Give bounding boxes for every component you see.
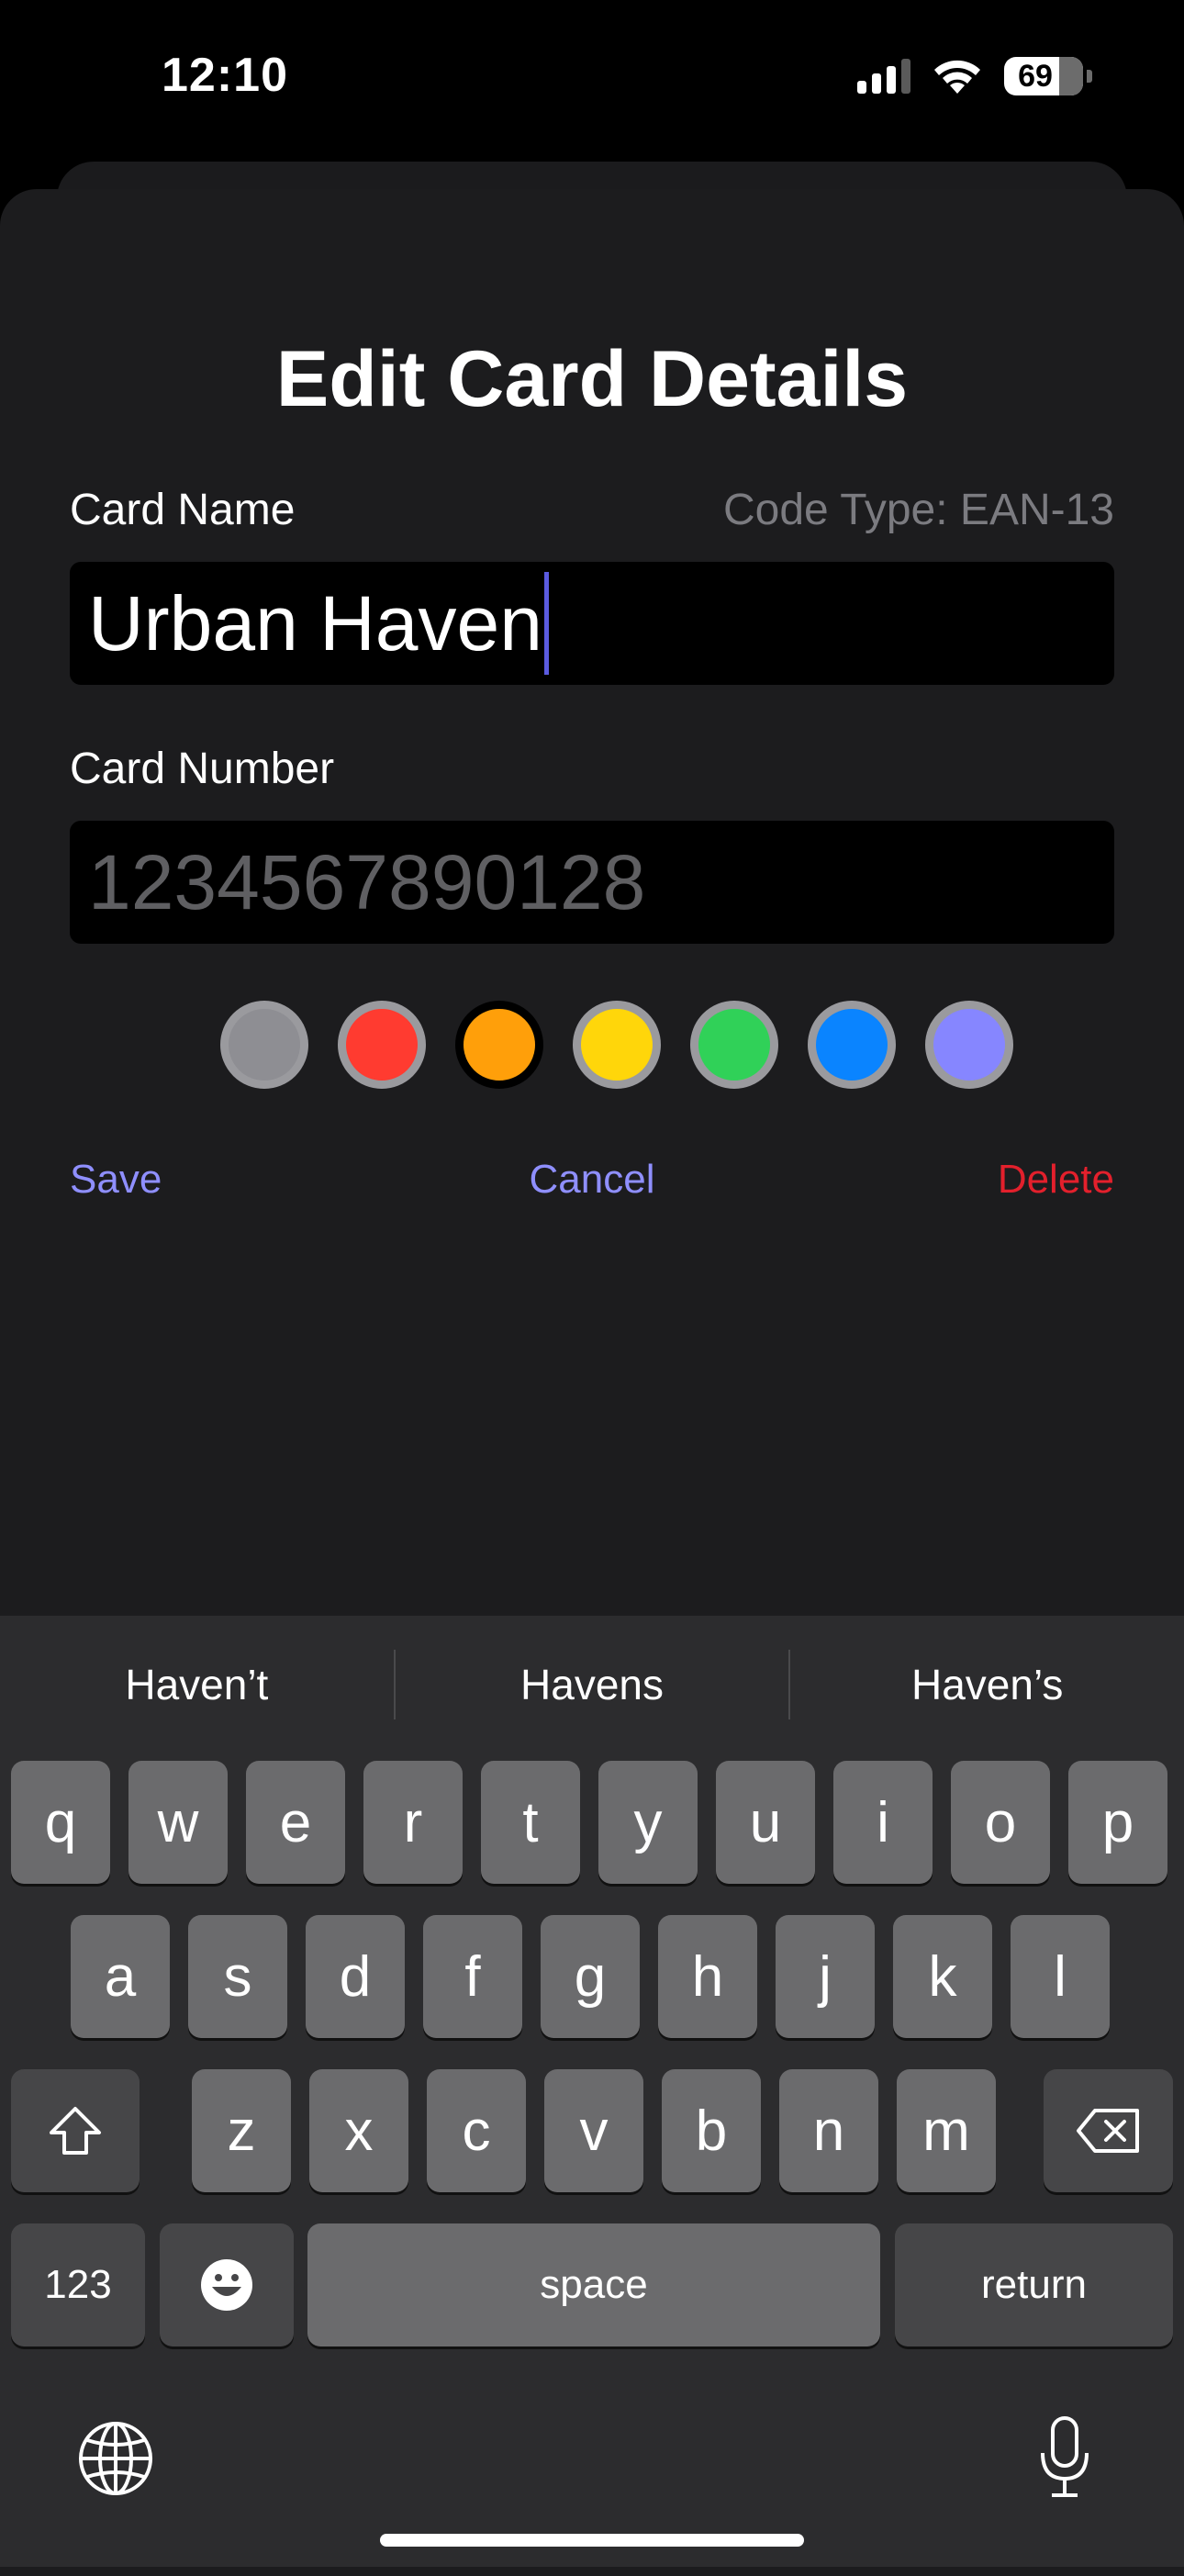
wifi-icon bbox=[934, 60, 980, 94]
key-z[interactable]: z bbox=[192, 2069, 291, 2192]
suggestion-2[interactable]: Havens bbox=[396, 1660, 789, 1709]
color-swatch-5[interactable] bbox=[690, 1001, 778, 1089]
cellular-signal-icon bbox=[857, 59, 910, 94]
key-o[interactable]: o bbox=[951, 1761, 1050, 1884]
key-s[interactable]: s bbox=[188, 1915, 287, 2038]
key-g[interactable]: g bbox=[541, 1915, 640, 2038]
color-swatch-6[interactable] bbox=[808, 1001, 896, 1089]
backspace-icon bbox=[1076, 2109, 1139, 2153]
delete-button[interactable]: Delete bbox=[998, 1157, 1114, 1203]
key-t[interactable]: t bbox=[481, 1761, 580, 1884]
space-key[interactable]: space bbox=[307, 2223, 880, 2346]
status-time: 12:10 bbox=[162, 49, 288, 102]
key-v[interactable]: v bbox=[544, 2069, 643, 2192]
backspace-key[interactable] bbox=[1044, 2069, 1173, 2192]
key-c[interactable]: c bbox=[427, 2069, 526, 2192]
key-h[interactable]: h bbox=[658, 1915, 757, 2038]
card-number-input[interactable]: 1234567890128 bbox=[70, 821, 1114, 944]
card-number-label: Card Number bbox=[70, 745, 335, 793]
key-p[interactable]: p bbox=[1068, 1761, 1167, 1884]
key-l[interactable]: l bbox=[1011, 1915, 1110, 2038]
battery-icon: 69 bbox=[1004, 57, 1092, 95]
card-name-label: Card Name bbox=[70, 486, 296, 534]
key-i[interactable]: i bbox=[833, 1761, 933, 1884]
return-key[interactable]: return bbox=[895, 2223, 1173, 2346]
color-swatch-7[interactable] bbox=[925, 1001, 1013, 1089]
card-name-input[interactable]: Urban Haven bbox=[70, 562, 1114, 685]
shift-icon bbox=[50, 2107, 101, 2155]
key-j[interactable]: j bbox=[776, 1915, 875, 2038]
code-type-label: Code Type: EAN-13 bbox=[722, 486, 1114, 534]
suggestion-3[interactable]: Haven’s bbox=[790, 1660, 1184, 1709]
cancel-button[interactable]: Cancel bbox=[530, 1157, 655, 1202]
key-w[interactable]: w bbox=[128, 1761, 228, 1884]
color-swatch-2[interactable] bbox=[338, 1001, 426, 1089]
key-r[interactable]: r bbox=[363, 1761, 463, 1884]
text-caret bbox=[543, 572, 549, 675]
keyboard: Haven’t Havens Haven’s 123 space return bbox=[0, 1616, 1184, 2567]
suggestion-bar: Haven’t Havens Haven’s bbox=[0, 1616, 1184, 1753]
key-e[interactable]: e bbox=[246, 1761, 345, 1884]
microphone-icon[interactable] bbox=[1037, 2414, 1092, 2501]
key-x[interactable]: x bbox=[309, 2069, 408, 2192]
color-picker bbox=[220, 1001, 1013, 1089]
color-swatch-3[interactable] bbox=[455, 1001, 543, 1089]
emoji-key[interactable] bbox=[160, 2223, 294, 2346]
page-title: Edit Card Details bbox=[275, 335, 909, 423]
emoji-icon bbox=[201, 2259, 252, 2311]
card-number-placeholder: 1234567890128 bbox=[88, 838, 646, 925]
key-n[interactable]: n bbox=[779, 2069, 878, 2192]
key-k[interactable]: k bbox=[893, 1915, 992, 2038]
key-y[interactable]: y bbox=[598, 1761, 698, 1884]
card-name-value: Urban Haven bbox=[88, 579, 542, 666]
key-f[interactable]: f bbox=[423, 1915, 522, 2038]
key-b[interactable]: b bbox=[662, 2069, 761, 2192]
key-u[interactable]: u bbox=[716, 1761, 815, 1884]
key-d[interactable]: d bbox=[306, 1915, 405, 2038]
key-a[interactable]: a bbox=[71, 1915, 170, 2038]
home-indicator bbox=[380, 2534, 804, 2547]
status-bar: 12:10 69 bbox=[0, 0, 1184, 156]
status-icons: 69 bbox=[857, 57, 1092, 95]
key-m[interactable]: m bbox=[897, 2069, 996, 2192]
save-button[interactable]: Save bbox=[70, 1157, 162, 1203]
color-swatch-4[interactable] bbox=[573, 1001, 661, 1089]
battery-level: 69 bbox=[1018, 58, 1053, 94]
key-q[interactable]: q bbox=[11, 1761, 110, 1884]
numbers-key[interactable]: 123 bbox=[11, 2223, 145, 2346]
shift-key[interactable] bbox=[11, 2069, 140, 2192]
color-swatch-1[interactable] bbox=[220, 1001, 308, 1089]
globe-icon[interactable] bbox=[77, 2420, 154, 2497]
suggestion-1[interactable]: Haven’t bbox=[0, 1660, 394, 1709]
